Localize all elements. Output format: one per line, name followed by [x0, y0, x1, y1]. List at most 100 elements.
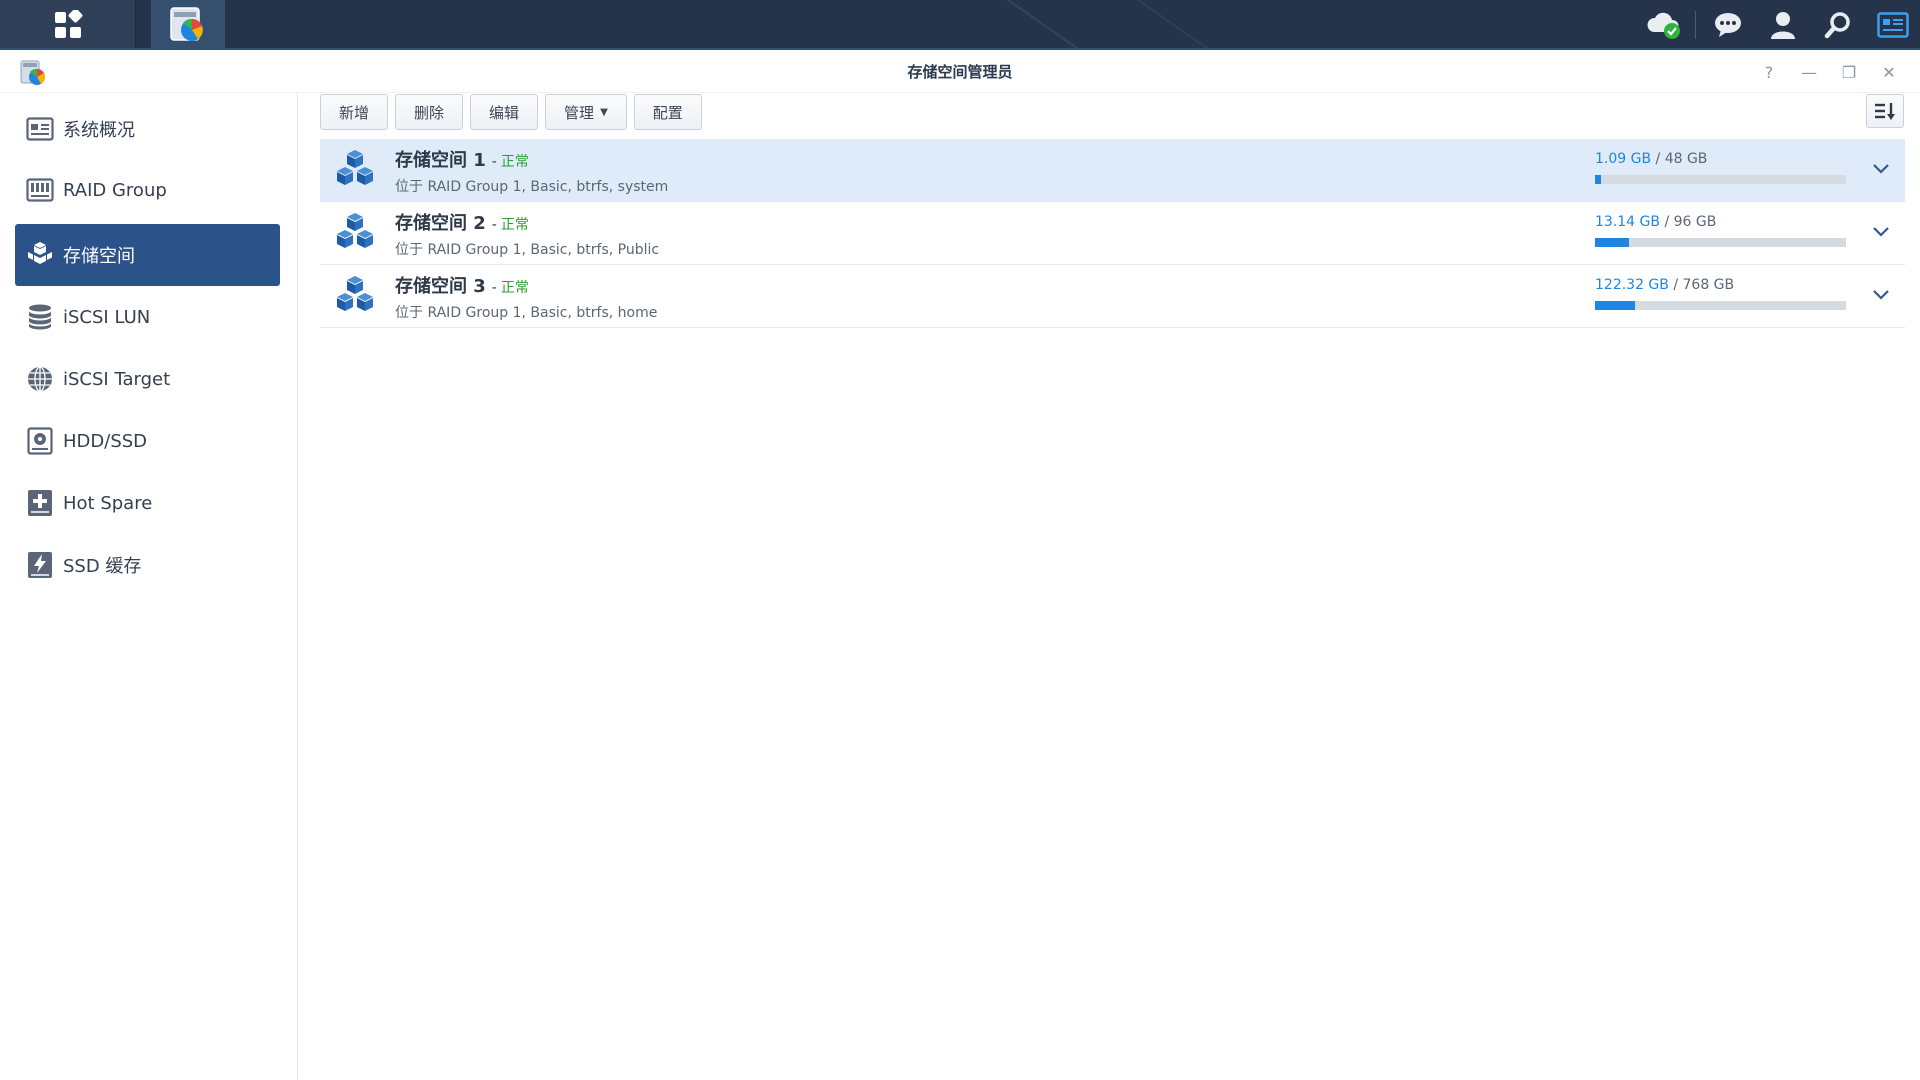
delete-button[interactable]: 删除: [395, 94, 464, 130]
user-icon: [1770, 11, 1795, 39]
taskbar: [0, 0, 1920, 50]
window-title: 存储空间管理员: [907, 63, 1013, 81]
ssd-cache-icon: [25, 550, 55, 580]
status-separator: -: [491, 217, 497, 233]
iscsi-target-icon: [25, 364, 55, 394]
volume-cubes-icon: [337, 213, 373, 248]
storage-manager-taskbar-button[interactable]: [151, 0, 225, 48]
widgets-icon: [1876, 11, 1909, 38]
sidebar-item-hot-spare[interactable]: Hot Spare: [15, 472, 280, 534]
expand-button[interactable]: [1869, 283, 1893, 307]
volume-cubes-icon: [337, 150, 373, 185]
close-icon: ✕: [1882, 63, 1896, 82]
usage-bar: [1595, 238, 1846, 247]
user-menu-button[interactable]: [1755, 0, 1810, 48]
usage-total: / 96 GB: [1664, 214, 1717, 230]
volume-row[interactable]: 存储空间 3- 正常 位于 RAID Group 1, Basic, btrfs,…: [320, 265, 1905, 328]
usage-bar: [1595, 175, 1846, 184]
caret-down-icon: ▼: [600, 106, 608, 118]
usage-bar-fill: [1595, 175, 1601, 184]
create-button-label: 新增: [339, 103, 370, 122]
volume-list: 存储空间 1- 正常 位于 RAID Group 1, Basic, btrfs,…: [320, 139, 1905, 328]
sidebar-item-label: HDD/SSD: [63, 430, 148, 452]
sidebar-item-volume[interactable]: 存储空间: [15, 224, 280, 286]
usage-text: 122.32 GB / 768 GB: [1595, 277, 1734, 293]
sidebar-item-label: iSCSI LUN: [63, 306, 151, 328]
cloud-status-button[interactable]: [1636, 0, 1691, 48]
sidebar-item-hdd-ssd[interactable]: HDD/SSD: [15, 410, 280, 472]
volume-row[interactable]: 存储空间 2- 正常 位于 RAID Group 1, Basic, btrfs,…: [320, 202, 1905, 265]
volume-name-text: 存储空间 1: [395, 150, 486, 171]
volume-status: 正常: [500, 217, 529, 233]
minimize-icon: —: [1801, 63, 1817, 82]
help-button[interactable]: ?: [1752, 58, 1786, 88]
main-menu-button[interactable]: [0, 0, 136, 48]
usage-total: / 48 GB: [1655, 151, 1708, 167]
usage-total: / 768 GB: [1673, 277, 1735, 293]
sidebar-item-raid-group[interactable]: RAID Group: [15, 159, 280, 221]
edit-button-label: 编辑: [489, 103, 520, 122]
volume-row[interactable]: 存储空间 1- 正常 位于 RAID Group 1, Basic, btrfs,…: [320, 139, 1905, 202]
sidebar-item-overview[interactable]: 系统概况: [15, 98, 280, 160]
overview-icon: [25, 114, 55, 144]
chevron-down-icon: [1873, 290, 1889, 300]
sidebar-item-ssd-cache[interactable]: SSD 缓存: [15, 534, 280, 596]
raid-group-icon: [25, 175, 55, 205]
usage-text: 1.09 GB / 48 GB: [1595, 151, 1707, 167]
usage-used: 122.32 GB: [1595, 277, 1669, 293]
search-button[interactable]: [1810, 0, 1865, 48]
configure-button[interactable]: 配置: [633, 94, 702, 130]
manage-button-label: 管理: [564, 103, 595, 122]
expand-button[interactable]: [1869, 157, 1893, 181]
delete-button-label: 删除: [414, 103, 445, 122]
taskbar-decoration: [993, 0, 1109, 48]
sort-button[interactable]: [1866, 94, 1904, 128]
volume-name: 存储空间 1- 正常: [395, 146, 529, 172]
notifications-button[interactable]: [1700, 0, 1755, 48]
configure-button-label: 配置: [652, 103, 683, 122]
create-button[interactable]: 新增: [320, 94, 389, 130]
status-separator: -: [491, 280, 497, 296]
grid-apps-icon: [54, 9, 82, 38]
sidebar-item-label: RAID Group: [63, 179, 167, 201]
edit-button[interactable]: 编辑: [470, 94, 539, 130]
sidebar-item-label: Hot Spare: [63, 492, 153, 514]
chevron-down-icon: [1873, 164, 1889, 174]
expand-button[interactable]: [1869, 220, 1893, 244]
volume-description: 位于 RAID Group 1, Basic, btrfs, system: [395, 179, 669, 195]
close-button[interactable]: ✕: [1872, 58, 1906, 88]
sidebar-item-iscsi-lun[interactable]: iSCSI LUN: [15, 286, 280, 348]
usage-text: 13.14 GB / 96 GB: [1595, 214, 1716, 230]
search-icon: [1824, 11, 1850, 38]
usage-bar: [1595, 301, 1846, 310]
volume-description: 位于 RAID Group 1, Basic, btrfs, Public: [395, 242, 660, 258]
volume-status: 正常: [500, 280, 529, 296]
usage-bar-fill: [1595, 238, 1630, 247]
sort-descending-icon: [1875, 103, 1895, 120]
volume-icon: [25, 240, 55, 270]
chat-icon: [1714, 12, 1741, 37]
chevron-down-icon: [1873, 227, 1889, 237]
taskbar-divider: [1695, 10, 1696, 39]
iscsi-lun-icon: [25, 302, 55, 332]
status-separator: -: [491, 154, 497, 170]
sidebar-item-label: 系统概况: [63, 120, 135, 141]
sidebar-item-label: SSD 缓存: [63, 556, 142, 577]
sidebar-item-iscsi-target[interactable]: iSCSI Target: [15, 348, 280, 410]
toolbar: 新增 删除 编辑 管理 ▼ 配置: [320, 94, 702, 130]
hdd-icon: [25, 426, 55, 456]
sidebar: 系统概况 RAID Group 存储空间 iSCSI LUN iSCSI Tar…: [0, 93, 298, 1080]
hot-spare-icon: [25, 488, 55, 518]
manage-dropdown-button[interactable]: 管理 ▼: [545, 94, 627, 130]
widgets-button[interactable]: [1865, 0, 1920, 48]
usage-used: 13.14 GB: [1595, 214, 1660, 230]
minimize-button[interactable]: —: [1792, 58, 1826, 88]
taskbar-decoration: [1123, 0, 1239, 48]
usage-used: 1.09 GB: [1595, 151, 1652, 167]
restore-button[interactable]: ❐: [1832, 58, 1866, 88]
help-icon: ?: [1764, 63, 1774, 82]
volume-name-text: 存储空间 3: [395, 276, 486, 297]
restore-icon: ❐: [1841, 63, 1857, 82]
volume-cubes-icon: [337, 276, 373, 311]
volume-description: 位于 RAID Group 1, Basic, btrfs, home: [395, 305, 658, 321]
